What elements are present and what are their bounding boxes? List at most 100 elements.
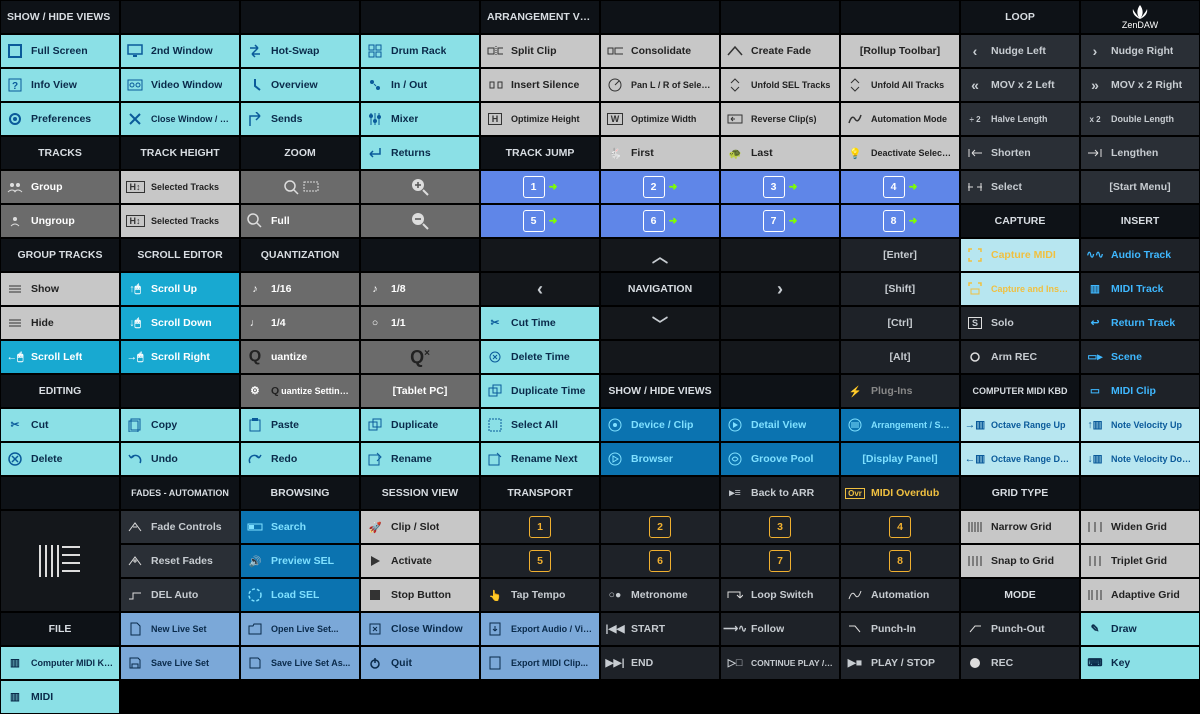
- overview-button[interactable]: Overview: [240, 68, 360, 102]
- returns-button[interactable]: Returns: [360, 136, 480, 170]
- transport-5[interactable]: 5: [480, 544, 600, 578]
- ctrl-key[interactable]: [Ctrl]: [840, 306, 960, 340]
- info-view-button[interactable]: ?Info View: [0, 68, 120, 102]
- save-live-set-button[interactable]: Save Live Set: [120, 646, 240, 680]
- show-group-button[interactable]: Show: [0, 272, 120, 306]
- midi-overdub-button[interactable]: OvrMIDI Overdub: [840, 476, 960, 510]
- ungroup-button[interactable]: Ungroup: [0, 204, 120, 238]
- unfold-all-button[interactable]: Unfold All Tracks: [840, 68, 960, 102]
- delete-time-button[interactable]: Delete Time: [480, 340, 600, 374]
- metronome-button[interactable]: ○●Metronome: [600, 578, 720, 612]
- select-all-button[interactable]: Select All: [480, 408, 600, 442]
- preferences-button[interactable]: Preferences: [0, 102, 120, 136]
- split-clip-button[interactable]: Split Clip: [480, 34, 600, 68]
- continue-button[interactable]: ▷□CONTINUE PLAY / STOP: [720, 646, 840, 680]
- end-button[interactable]: ▶▶|END: [600, 646, 720, 680]
- selected-tracks-2-button[interactable]: H↕Selected Tracks: [120, 204, 240, 238]
- mov-right-button[interactable]: »MOV x 2 Right: [1080, 68, 1200, 102]
- transport-2[interactable]: 2: [600, 510, 720, 544]
- scroll-left-button[interactable]: ←🖱Scroll Left: [0, 340, 120, 374]
- insert-silence-button[interactable]: Insert Silence: [480, 68, 600, 102]
- rename-next-button[interactable]: Rename Next: [480, 442, 600, 476]
- pan-lr-button[interactable]: Pan L / R of Selection: [600, 68, 720, 102]
- narrow-grid-button[interactable]: Narrow Grid: [960, 510, 1080, 544]
- transport-6[interactable]: 6: [600, 544, 720, 578]
- plugins-button[interactable]: ⚡Plug-Ins: [840, 374, 960, 408]
- hide-group-button[interactable]: Hide: [0, 306, 120, 340]
- drum-rack-button[interactable]: Drum Rack: [360, 34, 480, 68]
- full-screen-button[interactable]: Full Screen: [0, 34, 120, 68]
- nudge-right-button[interactable]: ›Nudge Right: [1080, 34, 1200, 68]
- nav-right-button[interactable]: ›: [720, 272, 840, 306]
- lengthen-button[interactable]: Lengthen: [1080, 136, 1200, 170]
- last-button[interactable]: 🐢Last: [720, 136, 840, 170]
- play-stop-button[interactable]: ▶■PLAY / STOP: [840, 646, 960, 680]
- snap-grid-button[interactable]: Snap to Grid: [960, 544, 1080, 578]
- transport-3[interactable]: 3: [720, 510, 840, 544]
- quant-1-button[interactable]: ○1/1: [360, 306, 480, 340]
- velocity-down-button[interactable]: ↓▥Note Velocity Down: [1080, 442, 1200, 476]
- transport-1[interactable]: 1: [480, 510, 600, 544]
- duplicate-button[interactable]: Duplicate: [360, 408, 480, 442]
- triplet-grid-button[interactable]: Triplet Grid: [1080, 544, 1200, 578]
- key-mode-button[interactable]: ⌨Key: [1080, 646, 1200, 680]
- capture-insert-button[interactable]: Capture and Insert Scene: [960, 272, 1080, 306]
- zoom-full-button[interactable]: Full: [240, 204, 360, 238]
- first-button[interactable]: 🐇First: [600, 136, 720, 170]
- midi-track-button[interactable]: ▥MIDI Track: [1080, 272, 1200, 306]
- sends-button[interactable]: Sends: [240, 102, 360, 136]
- video-window-button[interactable]: Video Window: [120, 68, 240, 102]
- export-midi-button[interactable]: Export MIDI Clip...: [480, 646, 600, 680]
- start-button[interactable]: |◀◀START: [600, 612, 720, 646]
- cut-time-button[interactable]: ✂Cut Time: [480, 306, 600, 340]
- track-jump-6[interactable]: 6➜: [600, 204, 720, 238]
- browser-button[interactable]: Browser: [600, 442, 720, 476]
- close-window-button[interactable]: Close Window / Dialog: [120, 102, 240, 136]
- unfold-sel-button[interactable]: Unfold SEL Tracks: [720, 68, 840, 102]
- scroll-right-button[interactable]: →🖱Scroll Right: [120, 340, 240, 374]
- stop-button[interactable]: Stop Button: [360, 578, 480, 612]
- hot-swap-button[interactable]: Hot-Swap: [240, 34, 360, 68]
- track-jump-5[interactable]: 5➜: [480, 204, 600, 238]
- load-sel-button[interactable]: Load SEL: [240, 578, 360, 612]
- back-to-arr-button[interactable]: ▸≡Back to ARR: [720, 476, 840, 510]
- delete-button[interactable]: Delete: [0, 442, 120, 476]
- computer-kbd-button[interactable]: ▥Computer MIDI Keyboard: [0, 646, 120, 680]
- quantize-settings-button[interactable]: ⚙Quantize Settings...: [240, 374, 360, 408]
- tablet-pc-button[interactable]: [Tablet PC]: [360, 374, 480, 408]
- group-button[interactable]: Group: [0, 170, 120, 204]
- audio-track-button[interactable]: ∿∿Audio Track: [1080, 238, 1200, 272]
- arm-rec-button[interactable]: Arm REC: [960, 340, 1080, 374]
- detail-view-button[interactable]: Detail View: [720, 408, 840, 442]
- transport-4[interactable]: 4: [840, 510, 960, 544]
- groove-pool-button[interactable]: Groove Pool: [720, 442, 840, 476]
- transport-7[interactable]: 7: [720, 544, 840, 578]
- display-panel-button[interactable]: [Display Panel]: [840, 442, 960, 476]
- del-auto-button[interactable]: DEL Auto: [120, 578, 240, 612]
- scene-button[interactable]: ▭▸Scene: [1080, 340, 1200, 374]
- zoom-out-button[interactable]: [360, 204, 480, 238]
- zoom-selection-button[interactable]: [240, 170, 360, 204]
- quit-button[interactable]: Quit: [360, 646, 480, 680]
- duplicate-time-button[interactable]: Duplicate Time: [480, 374, 600, 408]
- in-out-button[interactable]: In / Out: [360, 68, 480, 102]
- optimize-height-button[interactable]: HOptimize Height: [480, 102, 600, 136]
- midi-mode-button[interactable]: ▥MIDI: [0, 680, 120, 714]
- rec-button[interactable]: REC: [960, 646, 1080, 680]
- quantize-button[interactable]: Quantize: [240, 340, 360, 374]
- alt-key[interactable]: [Alt]: [840, 340, 960, 374]
- rename-button[interactable]: Rename: [360, 442, 480, 476]
- nudge-left-button[interactable]: ‹Nudge Left: [960, 34, 1080, 68]
- optimize-width-button[interactable]: WOptimize Width: [600, 102, 720, 136]
- track-jump-4[interactable]: 4➜: [840, 170, 960, 204]
- cut-button[interactable]: ✂Cut: [0, 408, 120, 442]
- undo-button[interactable]: Undo: [120, 442, 240, 476]
- follow-button[interactable]: ⟶∿Follow: [720, 612, 840, 646]
- mixer-button[interactable]: Mixer: [360, 102, 480, 136]
- scroll-up-button[interactable]: ↑🖱Scroll Up: [120, 272, 240, 306]
- adaptive-grid-button[interactable]: Adaptive Grid: [1080, 578, 1200, 612]
- start-menu-button[interactable]: [Start Menu]: [1080, 170, 1200, 204]
- second-window-button[interactable]: 2nd Window: [120, 34, 240, 68]
- automation-button[interactable]: Automation: [840, 578, 960, 612]
- nav-up-button[interactable]: ︿: [600, 238, 720, 272]
